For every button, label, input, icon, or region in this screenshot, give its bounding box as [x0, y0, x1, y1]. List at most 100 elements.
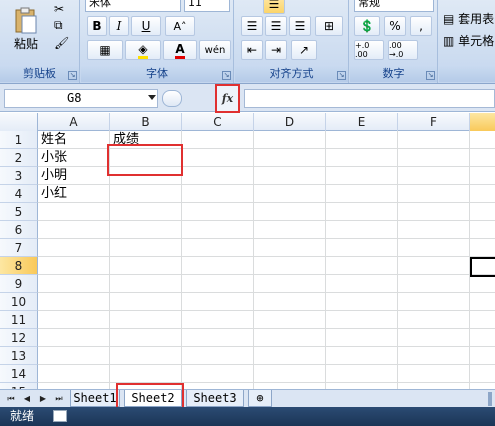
- gridline: [38, 382, 495, 383]
- row-header[interactable]: 14: [0, 365, 38, 383]
- copy-icon[interactable]: ⧉: [54, 18, 63, 33]
- align-center-button[interactable]: ☰: [265, 16, 287, 36]
- font-dialog-launcher[interactable]: ↘: [222, 71, 231, 80]
- cell-a4[interactable]: 小红: [38, 185, 67, 203]
- font-group-label: 字体: [81, 66, 233, 82]
- active-cell-g8[interactable]: [470, 257, 495, 277]
- increase-indent-icon: ⇥: [270, 43, 282, 57]
- row-header[interactable]: 9: [0, 275, 38, 293]
- increase-decimal-button[interactable]: +.0 .00: [354, 40, 384, 60]
- clipboard-dialog-launcher[interactable]: ↘: [68, 71, 77, 80]
- prev-sheet-icon[interactable]: ◀: [20, 392, 34, 406]
- last-sheet-icon[interactable]: ⏭: [52, 392, 66, 406]
- cut-icon[interactable]: ✂: [54, 2, 64, 16]
- font-color-button[interactable]: A: [163, 40, 197, 60]
- row-header[interactable]: 12: [0, 329, 38, 347]
- name-box-dropdown-icon[interactable]: [148, 95, 156, 100]
- insert-sheet-button[interactable]: ⊕: [248, 390, 272, 407]
- comma-button[interactable]: ,: [410, 16, 432, 36]
- status-bar: 就绪: [0, 407, 495, 426]
- font-size-combo[interactable]: 11: [184, 0, 230, 12]
- column-header-a[interactable]: A: [38, 113, 110, 131]
- cell-a2[interactable]: 小张: [38, 149, 67, 167]
- bold-button[interactable]: B: [87, 16, 107, 36]
- column-header-g[interactable]: [470, 113, 495, 131]
- cell-styles-label: 单元格: [458, 34, 495, 48]
- align-top-button[interactable]: ☰: [263, 0, 285, 14]
- gridline: [38, 220, 495, 221]
- row-header[interactable]: 11: [0, 311, 38, 329]
- row-header[interactable]: 5: [0, 203, 38, 221]
- italic-button[interactable]: I: [109, 16, 129, 36]
- column-header-e[interactable]: E: [326, 113, 398, 131]
- align-left-button[interactable]: ☰: [241, 16, 263, 36]
- number-dialog-launcher[interactable]: ↘: [426, 71, 435, 80]
- merge-center-button[interactable]: ⊞: [315, 16, 343, 36]
- first-sheet-icon[interactable]: ⏮: [4, 392, 18, 406]
- macro-recording-icon[interactable]: [53, 410, 67, 422]
- number-format-combo[interactable]: 常规: [354, 0, 434, 12]
- table-format-label: 套用表: [458, 12, 495, 26]
- gridline: [38, 202, 495, 203]
- row-header[interactable]: 2: [0, 149, 38, 167]
- borders-button[interactable]: ▦: [87, 40, 123, 60]
- percent-button[interactable]: %: [384, 16, 406, 36]
- format-painter-icon[interactable]: 🖌: [54, 36, 69, 50]
- column-header-b[interactable]: B: [110, 113, 182, 131]
- horizontal-scroll-split[interactable]: [488, 392, 492, 406]
- currency-icon: 💲: [359, 19, 375, 33]
- column-header-d[interactable]: D: [254, 113, 326, 131]
- alignment-group-label: 对齐方式: [235, 66, 348, 82]
- formula-input[interactable]: [244, 89, 495, 108]
- sheet-tab-1[interactable]: Sheet1: [70, 390, 120, 407]
- spreadsheet-grid[interactable]: A B C D E F 1 2 3 4 5 6 7 8 9 10 11 12 1…: [0, 113, 495, 389]
- row-header[interactable]: 7: [0, 239, 38, 257]
- underline-button[interactable]: U: [131, 16, 161, 36]
- increase-indent-button[interactable]: ⇥: [265, 40, 287, 60]
- font-grow-button[interactable]: A˄: [165, 16, 195, 36]
- decrease-indent-button[interactable]: ⇤: [241, 40, 263, 60]
- gridline: [38, 256, 495, 257]
- next-sheet-icon[interactable]: ▶: [36, 392, 50, 406]
- align-top-icon: ☰: [268, 0, 280, 11]
- row-header[interactable]: 3: [0, 167, 38, 185]
- row-header[interactable]: 10: [0, 293, 38, 311]
- sheet-tab-3[interactable]: Sheet3: [186, 390, 244, 407]
- paste-label: 粘贴: [13, 36, 38, 51]
- currency-button[interactable]: 💲: [354, 16, 380, 36]
- phonetic-button[interactable]: wén: [199, 40, 231, 60]
- cell-styles-button[interactable]: ▥ 单元格: [443, 32, 494, 49]
- fill-color-button[interactable]: ◈: [125, 40, 161, 60]
- decrease-indent-icon: ⇤: [246, 43, 258, 57]
- font-color-label: A: [175, 42, 185, 59]
- insert-function-button[interactable]: fx: [215, 84, 240, 113]
- fill-color-icon: ◈: [138, 42, 148, 59]
- font-name-combo[interactable]: 宋体: [85, 0, 181, 12]
- fx-icon: fx: [221, 92, 234, 105]
- alignment-group: ☰ ☰ ☰ ☰ ⊞ ⇤ ⇥ ↗ 对齐方式 ↘: [235, 0, 349, 83]
- row-header-selected[interactable]: 8: [0, 257, 38, 275]
- table-format-button[interactable]: ▤ 套用表: [443, 10, 494, 27]
- phonetic-label: wén: [204, 44, 226, 56]
- insert-sheet-icon: ⊕: [256, 391, 264, 405]
- formula-bar-divider[interactable]: [162, 90, 182, 107]
- paste-button[interactable]: 粘贴: [8, 0, 44, 58]
- alignment-dialog-launcher[interactable]: ↘: [337, 71, 346, 80]
- column-header-f[interactable]: F: [398, 113, 470, 131]
- row-header[interactable]: 1: [0, 131, 38, 149]
- gridline: [38, 364, 495, 365]
- decrease-decimal-button[interactable]: .00 →.0: [388, 40, 418, 60]
- formula-bar: G8: [0, 84, 495, 112]
- gridline: [253, 131, 254, 389]
- name-box[interactable]: G8: [4, 89, 158, 108]
- row-header[interactable]: 13: [0, 347, 38, 365]
- row-header[interactable]: 4: [0, 185, 38, 203]
- cell-a1[interactable]: 姓名: [38, 131, 67, 149]
- number-group: 常规 💲 % , +.0 .00 .00 →.0 数字 ↘: [350, 0, 438, 83]
- align-right-button[interactable]: ☰: [289, 16, 311, 36]
- select-all-corner[interactable]: [0, 113, 38, 131]
- column-header-c[interactable]: C: [182, 113, 254, 131]
- row-header[interactable]: 6: [0, 221, 38, 239]
- cell-a3[interactable]: 小明: [38, 167, 67, 185]
- orientation-button[interactable]: ↗: [291, 40, 317, 60]
